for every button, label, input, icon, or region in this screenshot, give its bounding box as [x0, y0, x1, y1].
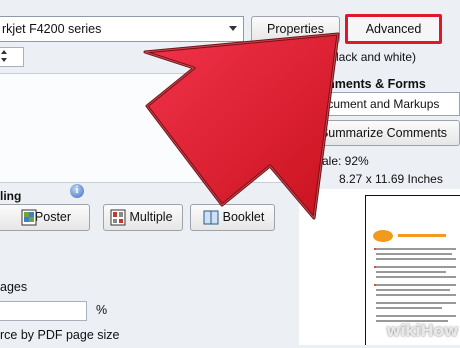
- advanced-button[interactable]: Advanced: [345, 14, 442, 44]
- poster-button[interactable]: Poster: [0, 204, 90, 231]
- printer-name: rkjet F4200 series: [2, 22, 102, 36]
- booklet-label: Booklet: [222, 210, 265, 224]
- info-icon[interactable]: i: [70, 184, 84, 198]
- percent-sign: %: [96, 303, 108, 317]
- copies-stepper[interactable]: [0, 47, 24, 67]
- booklet-button[interactable]: Booklet: [190, 204, 275, 231]
- scale-readout: Scale: 92%: [308, 154, 369, 168]
- custom-scale-input[interactable]: [0, 301, 87, 321]
- choose-paper-source-label[interactable]: rce by PDF page size: [0, 328, 120, 342]
- summarize-comments-button[interactable]: Summarize Comments: [307, 120, 460, 146]
- booklet-icon: [203, 210, 219, 225]
- pages-per-sheet-label: ages: [0, 280, 28, 294]
- wikihow-watermark: wikiHow: [386, 321, 459, 340]
- poster-label: Poster: [34, 210, 72, 224]
- page-dimensions: 8.27 x 11.69 Inches: [339, 172, 443, 186]
- comments-forms-select[interactable]: Document and Markups: [305, 92, 460, 116]
- grayscale-checkbox-label[interactable]: ale (black and white): [306, 50, 416, 64]
- chevron-down-icon[interactable]: [229, 26, 237, 31]
- printer-select[interactable]: rkjet F4200 series: [0, 16, 244, 42]
- spin-up-icon[interactable]: [1, 50, 7, 54]
- properties-button[interactable]: Properties: [251, 16, 340, 43]
- comments-forms-header: Comments & Forms: [307, 77, 426, 91]
- multiple-pages-icon: [110, 209, 126, 226]
- poster-icon: [21, 209, 37, 226]
- pages-to-print-panel: [0, 73, 297, 183]
- page-sizing-header: ling: [0, 189, 22, 203]
- multiple-button[interactable]: Multiple: [103, 204, 183, 231]
- spin-down-icon[interactable]: [1, 58, 7, 62]
- multiple-label: Multiple: [129, 210, 173, 224]
